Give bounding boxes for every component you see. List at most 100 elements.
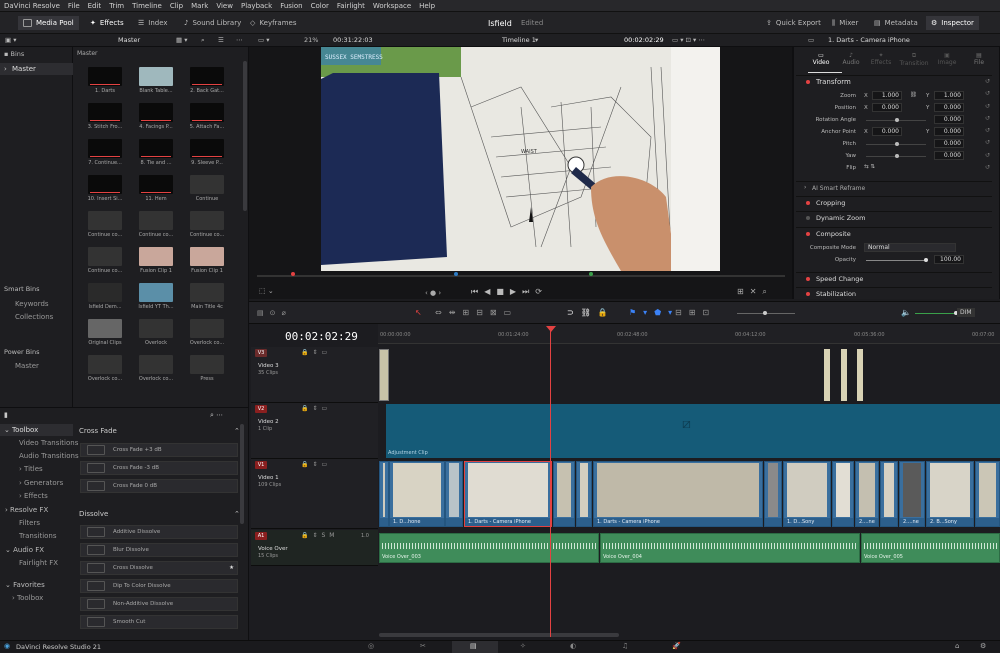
track-header-v1[interactable]: V1 🔒⇕▭ Video 1 109 Clips: [251, 459, 378, 529]
slider-knob[interactable]: [763, 311, 767, 315]
clip-thumbnail[interactable]: [139, 283, 173, 302]
stabilization-section[interactable]: Stabilization: [796, 287, 992, 301]
app-menu[interactable]: DaVinci Resolve: [4, 2, 60, 10]
clip-thumbnail[interactable]: [88, 175, 122, 194]
transition-item[interactable]: Cross Fade +3 dB: [80, 443, 238, 457]
clip-thumbnail[interactable]: [139, 67, 173, 86]
timeline-scrollbar[interactable]: [379, 633, 619, 637]
crop-tool-icon[interactable]: ⬚ ⌄: [259, 287, 274, 295]
selection-tool-icon[interactable]: ↖: [415, 308, 422, 317]
fusion-page-icon[interactable]: ✧: [520, 642, 526, 650]
clip-thumbnail[interactable]: [190, 283, 224, 302]
link-icon[interactable]: ⛓: [910, 92, 917, 98]
clip-thumbnail[interactable]: [139, 247, 173, 266]
scrubber-bar[interactable]: [257, 275, 785, 277]
clip-thumbnail[interactable]: [139, 319, 173, 338]
audio-clip[interactable]: Voice Over_004: [600, 533, 860, 563]
clip-thumbnail[interactable]: [190, 103, 224, 122]
mixer-button[interactable]: ⫼ Mixer: [832, 16, 858, 30]
keyframes-button[interactable]: ◇ Keyframes: [250, 16, 297, 30]
audio-clip[interactable]: Voice Over_005: [861, 533, 1000, 563]
transition-item[interactable]: Additive Dissolve: [80, 525, 238, 539]
video-clip[interactable]: 1. Darts - Camera iPhone: [464, 461, 552, 527]
v3-clip[interactable]: [841, 349, 847, 401]
effects-search-icon[interactable]: ⌕ ⋯: [210, 411, 223, 420]
video-clip[interactable]: [764, 461, 782, 527]
video-clip[interactable]: 1. Darts - Camera iPhone: [593, 461, 763, 527]
video-clip[interactable]: 2....ne: [855, 461, 879, 527]
v3-clip[interactable]: [824, 349, 830, 401]
opacity-field[interactable]: 100.00: [934, 255, 964, 264]
video-clip[interactable]: [975, 461, 1000, 527]
layout-tools-icon[interactable]: ▤⊙⌀: [257, 309, 292, 317]
toolbox-item-fairlight-fx[interactable]: Fairlight FX: [19, 559, 58, 567]
video-clip[interactable]: [379, 461, 389, 527]
settings-icon[interactable]: ⚙: [980, 642, 986, 650]
tab-image[interactable]: ▣ Image: [932, 52, 962, 66]
transition-item[interactable]: Smooth Cut: [80, 615, 238, 629]
clip-thumbnail[interactable]: [139, 211, 173, 230]
effects-scrollbar[interactable]: [240, 424, 244, 524]
cropping-section[interactable]: Cropping: [796, 196, 992, 210]
media-pool-scrollbar[interactable]: [243, 61, 247, 211]
clip-thumbnail[interactable]: [190, 175, 224, 194]
menu-view[interactable]: View: [216, 2, 233, 10]
composite-mode-select[interactable]: Normal: [864, 243, 956, 252]
deliver-page-icon[interactable]: 🚀: [672, 642, 681, 650]
home-icon[interactable]: ⌂: [955, 642, 959, 650]
fairlight-page-icon[interactable]: ♫: [622, 642, 628, 650]
position-x-field[interactable]: 0.000: [872, 103, 902, 112]
transition-item[interactable]: Cross Fade -3 dB: [80, 461, 238, 475]
toolbox-item-filters[interactable]: Filters: [19, 519, 40, 527]
speed-change-section[interactable]: Speed Change: [796, 272, 992, 286]
track-header-a1[interactable]: A1 🔒⇕SM 1.0 Voice Over 15 Clips: [251, 530, 378, 566]
anchor-y-field[interactable]: 0.000: [934, 127, 964, 136]
smart-bins-header[interactable]: Smart Bins: [4, 285, 40, 293]
audio-clip[interactable]: Voice Over_003: [379, 533, 599, 563]
menu-playback[interactable]: Playback: [241, 2, 272, 10]
reset-icons[interactable]: ↺ ↺ ↺ ↺ ↺ ↺ ↺ ↺: [985, 76, 995, 174]
clip-thumbnail[interactable]: [139, 355, 173, 374]
toolbox-item-titles[interactable]: › Titles: [19, 465, 43, 473]
clip-thumbnail[interactable]: [190, 211, 224, 230]
menu-trim[interactable]: Trim: [109, 2, 124, 10]
toolbox-item-video-transitions[interactable]: Video Transitions: [19, 439, 78, 447]
toolbox-item-generators[interactable]: › Generators: [19, 479, 63, 487]
slider-knob[interactable]: [895, 118, 899, 122]
tab-transition[interactable]: ⧉ Transition: [896, 52, 932, 67]
clip-thumbnail[interactable]: [88, 103, 122, 122]
toolbox-item-effects[interactable]: › Effects: [19, 492, 48, 500]
favorite-star-icon[interactable]: ★: [229, 565, 234, 571]
clip-thumbnail[interactable]: [139, 139, 173, 158]
playhead-handle[interactable]: [546, 326, 556, 332]
clip-thumbnail[interactable]: [88, 319, 122, 338]
clip-thumbnail[interactable]: [88, 283, 122, 302]
anchor-x-field[interactable]: 0.000: [872, 127, 902, 136]
volume-icon[interactable]: 🔈: [901, 308, 911, 317]
marker-red[interactable]: [291, 272, 295, 276]
menu-clip[interactable]: Clip: [170, 2, 183, 10]
transform-section[interactable]: Transform: [796, 75, 992, 89]
clip-thumbnail[interactable]: [88, 211, 122, 230]
track-controls-icon[interactable]: 🔒⇕SM: [301, 532, 338, 539]
track-controls-icon[interactable]: 🔒⇕▭: [301, 349, 331, 356]
viewer-extra-controls[interactable]: ⊞✕⌕: [737, 287, 773, 297]
zoom-y-field[interactable]: 1.000: [934, 91, 964, 100]
collapse-icon[interactable]: ⌃: [234, 427, 240, 435]
playhead[interactable]: [550, 327, 551, 637]
clip-thumbnail[interactable]: [88, 67, 122, 86]
toolbox-item-toolbox[interactable]: ⌄ Toolbox: [0, 424, 73, 436]
panel-toggle-icon[interactable]: ▣ ▾: [5, 36, 16, 44]
transition-item[interactable]: Dip To Color Dissolve: [80, 579, 238, 593]
sort-icon[interactable]: ☰: [218, 36, 224, 44]
cut-page-icon[interactable]: ✂: [420, 642, 426, 650]
transition-item[interactable]: Cross Dissolve ★: [80, 561, 238, 575]
menu-color[interactable]: Color: [311, 2, 329, 10]
zoom-level[interactable]: 21%: [304, 36, 318, 44]
smart-reframe-section[interactable]: › AI Smart Reframe: [796, 181, 992, 195]
smart-bin-collections[interactable]: Collections: [15, 313, 53, 321]
video-clip[interactable]: 2. B...Sony: [926, 461, 974, 527]
color-page-icon[interactable]: ◐: [570, 642, 576, 650]
favorites-header[interactable]: ⌄ Favorites: [5, 581, 45, 589]
clip-thumbnail[interactable]: [190, 355, 224, 374]
